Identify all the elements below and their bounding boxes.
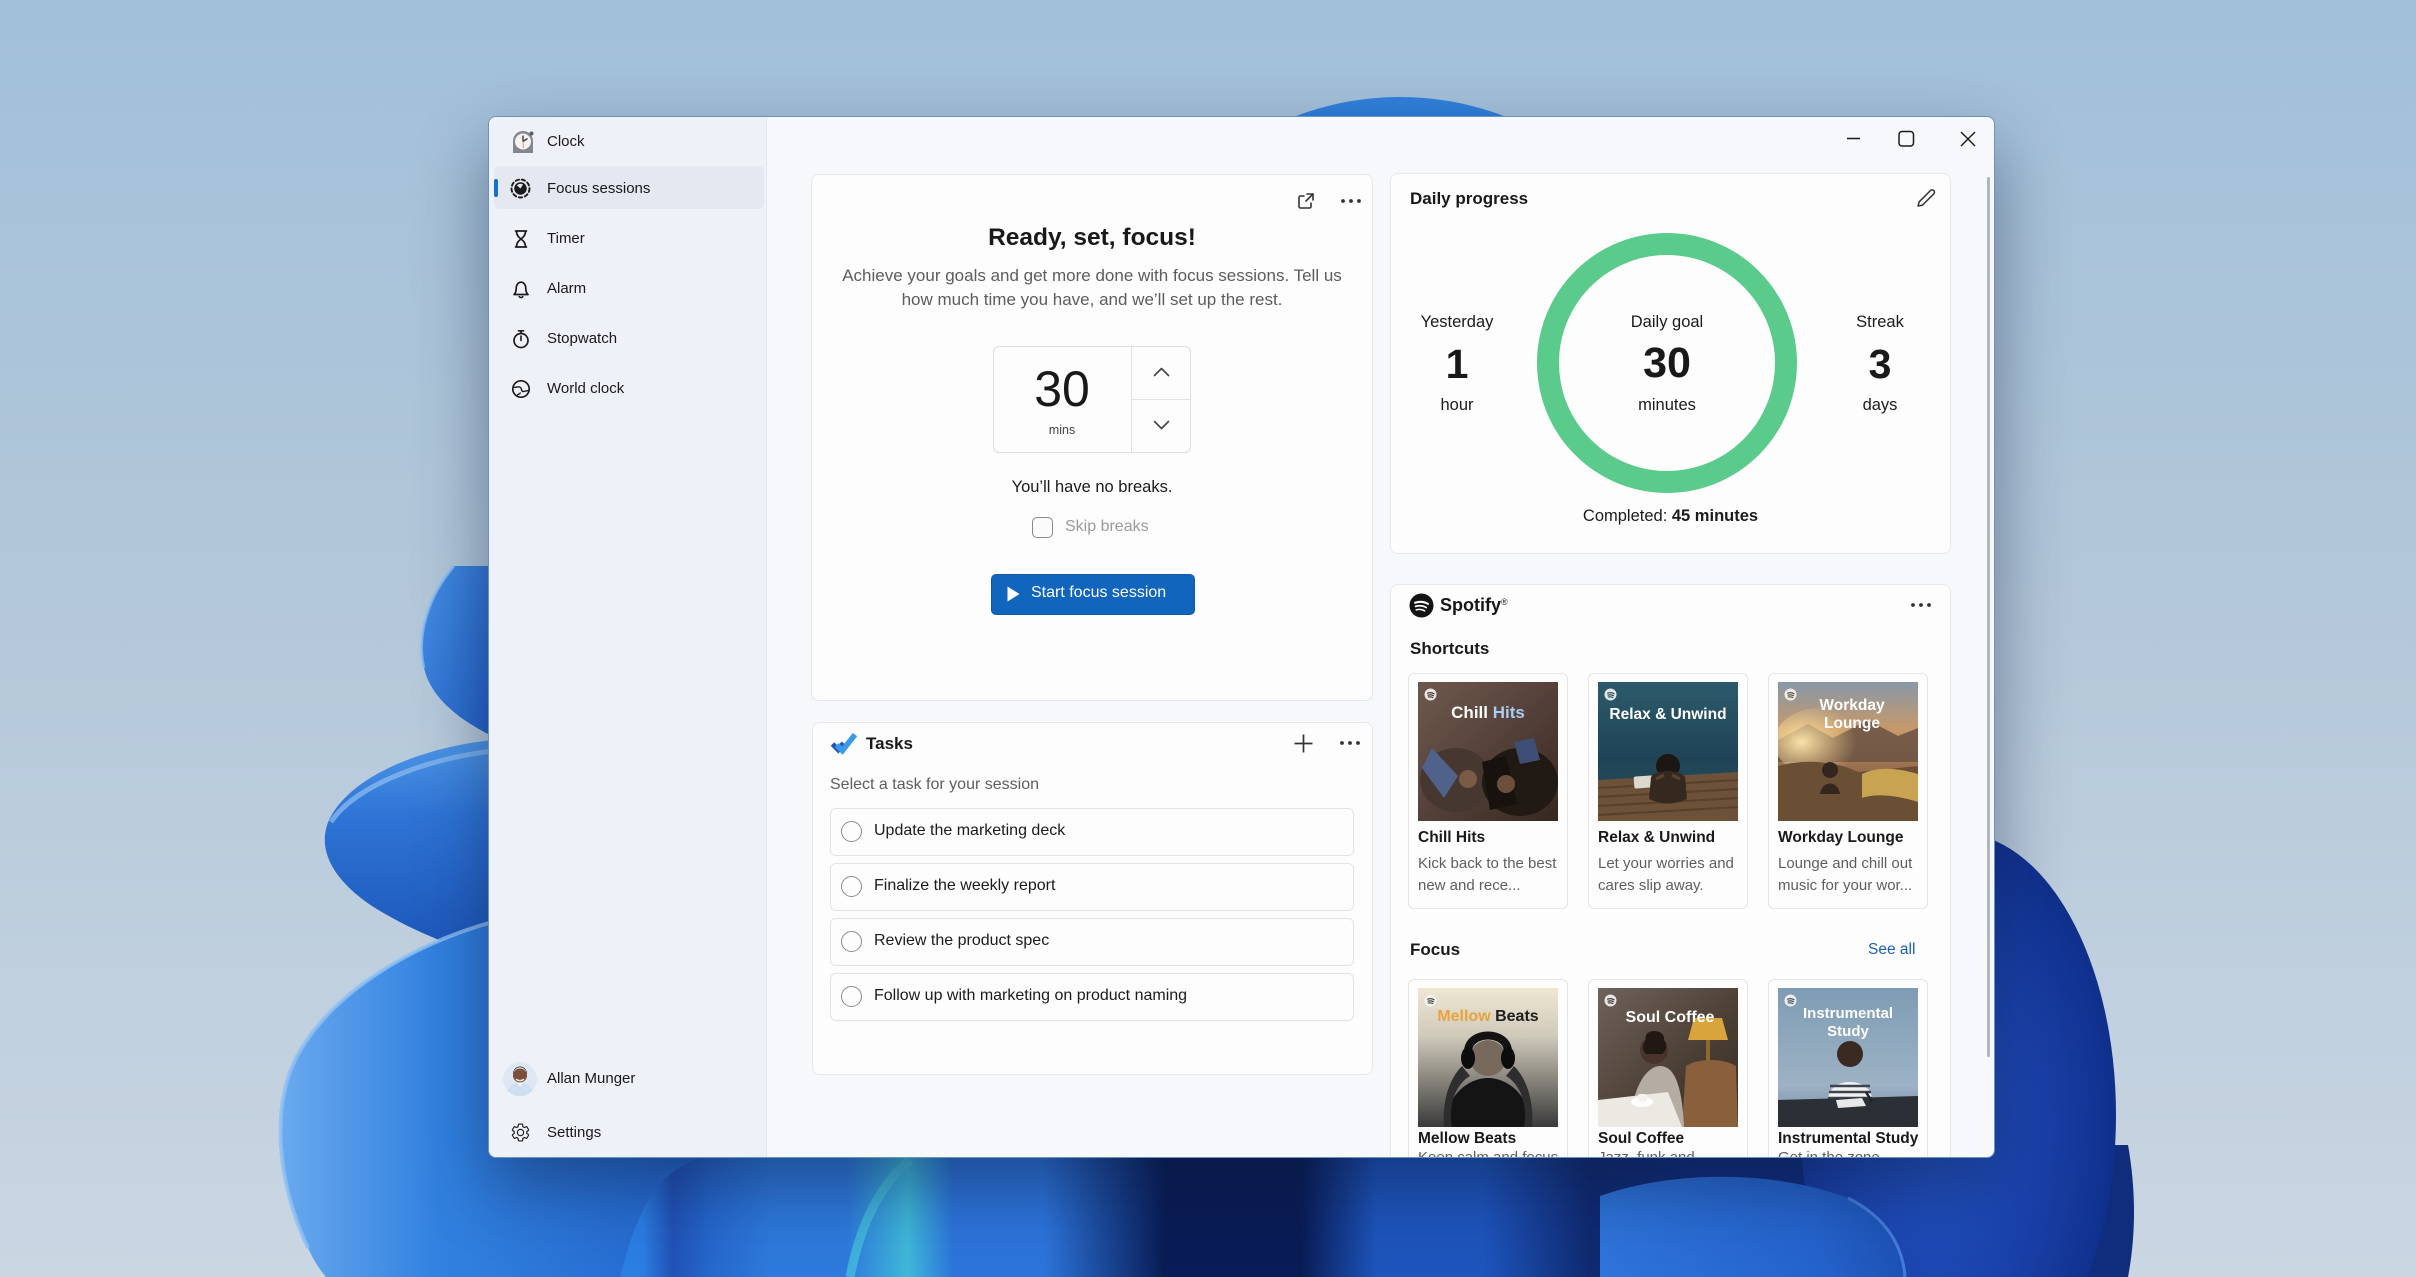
svg-text:Study: Study bbox=[1827, 1023, 1869, 1040]
svg-text:Lounge: Lounge bbox=[1824, 715, 1880, 732]
svg-text:Soul Coffee: Soul Coffee bbox=[1626, 1009, 1715, 1026]
svg-text:Mellow Beats: Mellow Beats bbox=[1437, 1008, 1538, 1025]
svg-text:Instrumental: Instrumental bbox=[1803, 1005, 1893, 1022]
svg-text:Chill Hits: Chill Hits bbox=[1451, 703, 1525, 722]
svg-text:Relax & Unwind: Relax & Unwind bbox=[1609, 706, 1726, 723]
svg-text:Workday: Workday bbox=[1819, 697, 1885, 714]
